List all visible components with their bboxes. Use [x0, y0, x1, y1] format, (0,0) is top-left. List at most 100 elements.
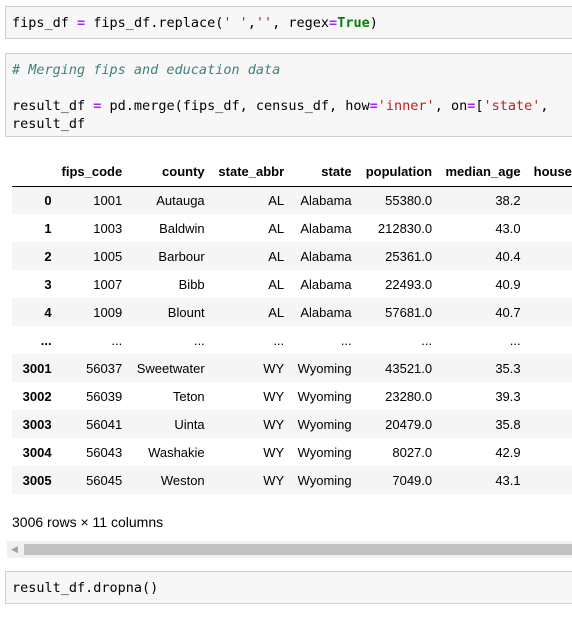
horizontal-scrollbar[interactable]: ◀ [7, 541, 572, 558]
code-token: pd.merge(fips_df, census_df, how [101, 98, 370, 114]
table-cell: Alabama [300, 220, 352, 236]
table-cell: 39.3 [495, 388, 521, 404]
code-token: result_df [12, 98, 94, 114]
code-token: = [329, 15, 338, 31]
table-cell: Alabama [300, 248, 352, 264]
table-cell: ... [509, 332, 521, 348]
table-header: fips_code county state_abbr state popula… [12, 157, 572, 187]
table-cell: 1007 [93, 276, 123, 292]
table-cell: Alabama [300, 276, 352, 292]
table-cell: 57681.0 [385, 304, 433, 320]
table-row: 3003 56041 Uinta WY Wyoming 20479.0 35.8 [12, 410, 572, 438]
table-cell: 1003 [93, 220, 123, 236]
row-index: 3003 [22, 416, 52, 432]
table-row: 4 1009 Blount AL Alabama 57681.0 40.7 [12, 298, 572, 326]
table-cell: 56037 [86, 360, 123, 376]
table-cell [521, 326, 572, 354]
code-token: fips_df.replace( [85, 15, 224, 31]
table-cell: WY [263, 388, 285, 404]
table-cell: ... [111, 332, 123, 348]
code-token: 'state' [483, 98, 541, 114]
table-cell [521, 186, 572, 214]
code-token: result_df [12, 116, 86, 132]
table-cell: WY [263, 360, 285, 376]
table-cell: Baldwin [159, 220, 205, 236]
code-cell-dropna[interactable]: result_df.dropna() [5, 571, 572, 604]
table-cell: Barbour [158, 248, 205, 264]
table-cell: 35.3 [495, 360, 521, 376]
table-cell: AL [268, 304, 285, 320]
table-cell: WY [263, 444, 285, 460]
table-cell [521, 242, 572, 270]
table-cell: 212830.0 [377, 220, 433, 236]
table-cell: Washakie [148, 444, 205, 460]
table-cell: Sweetwater [136, 360, 205, 376]
table-cell: Wyoming [297, 416, 352, 432]
table-cell [521, 382, 572, 410]
table-cell: ... [273, 332, 285, 348]
table-cell: 56045 [86, 472, 123, 488]
row-index: 3001 [22, 360, 52, 376]
table-cell: 40.4 [495, 248, 521, 264]
row-index: 3002 [22, 388, 52, 404]
column-header: county [122, 157, 205, 187]
table-cell: 43.1 [495, 472, 521, 488]
table-cell [521, 270, 572, 298]
code-cell-merge[interactable]: # Merging fips and education data result_… [5, 53, 572, 137]
code-token: , [247, 15, 256, 31]
code-token: result_df.dropna() [12, 580, 159, 596]
scrollbar-thumb[interactable] [24, 544, 572, 555]
table-row: ..................... [12, 326, 572, 354]
table-cell: Teton [172, 388, 205, 404]
table-cell: Alabama [300, 192, 352, 208]
triangle-left-icon[interactable]: ◀ [7, 541, 22, 558]
column-header: state [284, 157, 352, 187]
table-cell: Alabama [300, 304, 352, 320]
table-cell: AL [268, 248, 285, 264]
row-index: 3 [44, 276, 52, 292]
table-cell [521, 466, 572, 494]
row-index: 0 [44, 192, 52, 208]
code-token: ' ' [223, 15, 248, 31]
column-header: population [351, 157, 433, 187]
table-cell: WY [263, 416, 285, 432]
table-cell: ... [340, 332, 352, 348]
table-cell: 1005 [93, 248, 123, 264]
table-cell: AL [268, 192, 285, 208]
table-cell: 40.9 [495, 276, 521, 292]
table-row: 3 1007 Bibb AL Alabama 22493.0 40.9 [12, 270, 572, 298]
code-token: = [369, 98, 378, 114]
table-cell: AL [268, 220, 285, 236]
table-row: 1 1003 Baldwin AL Alabama 212830.0 43.0 [12, 214, 572, 242]
code-token: '' [255, 15, 273, 31]
table-cell: 20479.0 [385, 416, 433, 432]
code-token: , regex [272, 15, 330, 31]
table-cell: 55380.0 [385, 192, 433, 208]
column-header: house [520, 157, 572, 187]
code-token: 'inner' [377, 98, 435, 114]
table-cell: 38.2 [495, 192, 521, 208]
table-cell: 43.0 [495, 220, 521, 236]
table-cell: Wyoming [297, 472, 352, 488]
table-row: 3004 56043 Washakie WY Wyoming 8027.0 42.9 [12, 438, 572, 466]
column-header: state_abbr [204, 157, 285, 187]
table-row: 3005 56045 Weston WY Wyoming 7049.0 43.1 [12, 466, 572, 494]
table-cell: 23280.0 [385, 388, 433, 404]
table-cell: 40.7 [495, 304, 521, 320]
table-row: 3002 56039 Teton WY Wyoming 23280.0 39.3 [12, 382, 572, 410]
table-cell [521, 410, 572, 438]
row-index: 1 [44, 220, 52, 236]
rows-columns-summary: 3006 rows × 11 columns [12, 514, 164, 530]
row-index: 4 [44, 304, 52, 320]
index-header [12, 157, 52, 187]
table-cell: AL [268, 276, 285, 292]
table-cell: 56039 [86, 388, 123, 404]
table-cell [521, 438, 572, 466]
table-cell: 25361.0 [385, 248, 433, 264]
code-line: result_df [6, 115, 572, 133]
table-cell: 56041 [86, 416, 123, 432]
table-row: 0 1001 Autauga AL Alabama 55380.0 38.2 [12, 186, 572, 214]
code-cell-replace[interactable]: fips_df = fips_df.replace(' ','', regex=… [5, 6, 572, 39]
code-line: result_df.dropna() [6, 579, 572, 597]
